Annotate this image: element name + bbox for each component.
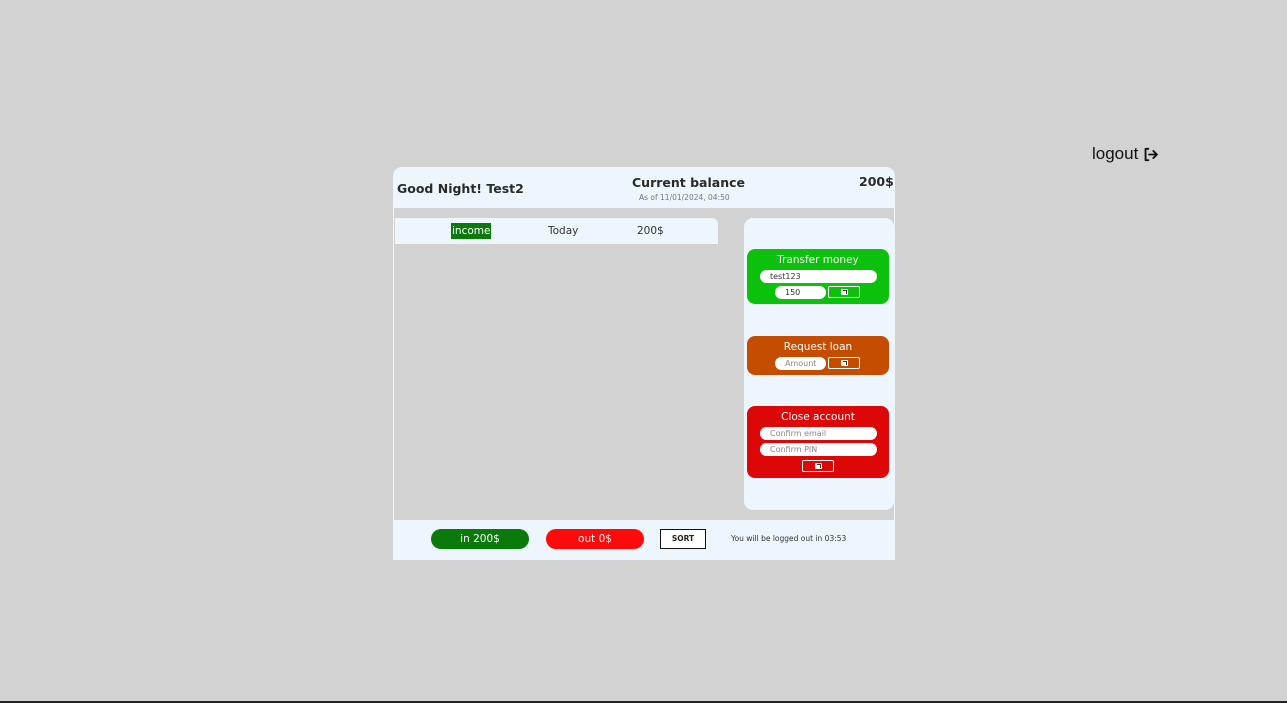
transfer-title: Transfer money xyxy=(777,254,859,266)
loan-submit-button[interactable] xyxy=(828,357,860,369)
welcome-message: Good Night! Test2 xyxy=(397,181,524,196)
logout-link[interactable]: logout xyxy=(1092,144,1159,164)
logout-arrow-icon xyxy=(1144,147,1159,161)
request-loan-card: Request loan Amount xyxy=(747,336,889,375)
transfer-submit-button[interactable] xyxy=(828,286,860,298)
balance-date: As of 11/01/2024, 04:50 xyxy=(639,193,730,202)
close-title: Close account xyxy=(781,411,855,423)
movement-date: Today xyxy=(548,225,579,237)
transfer-amount-input[interactable]: 150 xyxy=(775,286,826,299)
balance-label: Current balance xyxy=(632,175,745,190)
close-account-submit-button[interactable] xyxy=(802,460,834,472)
transfer-money-card: Transfer money test123 150 xyxy=(747,249,889,304)
transfer-to-input[interactable]: test123 xyxy=(760,270,877,283)
loan-title: Request loan xyxy=(783,341,853,353)
summary-in-badge: in 200$ xyxy=(431,529,529,549)
balance-value: 200$ xyxy=(859,174,894,189)
movement-type-badge: income xyxy=(451,223,492,239)
arrow-submit-icon xyxy=(840,360,848,366)
summary-footer: in 200$ out 0$ SORT You will be logged o… xyxy=(395,520,893,560)
banking-app: Good Night! Test2 Current balance As of … xyxy=(393,167,895,560)
movement-value: 200$ xyxy=(637,225,664,237)
close-account-card: Close account Confirm email Confirm PIN xyxy=(747,406,889,478)
loan-amount-input[interactable]: Amount xyxy=(775,357,826,370)
movement-row: income Today 200$ xyxy=(395,218,718,244)
operations-panel: Transfer money test123 150 Request loan … xyxy=(744,218,894,510)
summary-out-badge: out 0$ xyxy=(546,529,644,549)
sort-button[interactable]: SORT xyxy=(660,529,706,549)
confirm-email-input[interactable]: Confirm email xyxy=(760,427,877,440)
logout-timer: You will be logged out in 03:53 xyxy=(731,534,847,543)
confirm-pin-input[interactable]: Confirm PIN xyxy=(760,443,877,456)
app-header: Good Night! Test2 Current balance As of … xyxy=(393,167,895,208)
logout-label: logout xyxy=(1092,144,1139,163)
arrow-submit-icon xyxy=(840,289,848,295)
arrow-submit-icon xyxy=(814,463,822,469)
